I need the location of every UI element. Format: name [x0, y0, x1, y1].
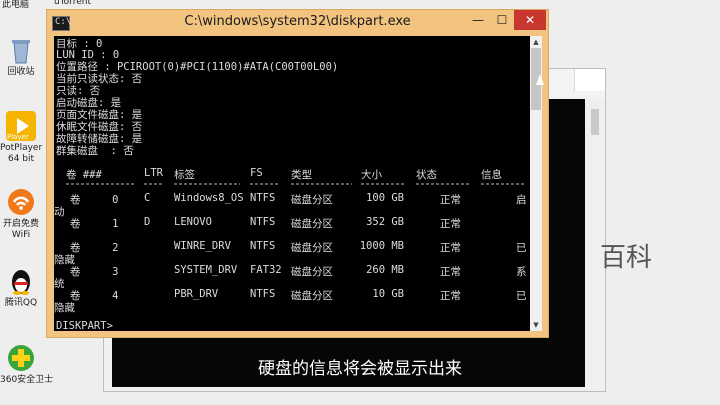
drive-letter: D: [144, 216, 151, 228]
maximize-button[interactable]: ☐: [490, 10, 514, 30]
file-system: NTFS: [250, 240, 276, 252]
brand-watermark: 百科: [600, 243, 653, 273]
potplayer-icon: Player: [6, 111, 36, 141]
volume-label: LENOVO: [174, 216, 212, 228]
volume-size: 10 GB: [372, 288, 404, 300]
volume-row: 卷 3 SYSTEM_DRV FAT32 磁盘分区 正常系 260 MB 统: [54, 264, 530, 290]
qq-penguin-icon: [6, 266, 36, 296]
info-line: 位置路径 : PCIROOT(0)#PCI(1100)#ATA(C00T00L0…: [56, 61, 339, 73]
recycle-bin-icon: [6, 35, 36, 65]
file-system: NTFS: [250, 216, 276, 228]
scroll-down-arrow-icon[interactable]: ▼: [530, 319, 542, 331]
potplayer-shortcut[interactable]: Player PotPlayer 64 bit: [0, 111, 42, 165]
recycle-bin-label: 回收站: [7, 67, 35, 77]
scroll-up-arrow-icon[interactable]: ▲: [530, 36, 542, 48]
info-line: 休眠文件磁盘: 否: [56, 121, 143, 133]
minimize-button[interactable]: —: [466, 10, 490, 30]
volume-number: 卷 4: [70, 290, 119, 302]
console-output[interactable]: 目标 : 0 LUN ID : 0 位置路径 : PCIROOT(0)#PCI(…: [54, 36, 530, 331]
file-system: NTFS: [250, 288, 276, 300]
volume-number: 卷 2: [70, 242, 119, 254]
volume-row: 卷 4 PBR_DRV NTFS 磁盘分区 正常 已 10 GB 隐藏: [54, 288, 530, 314]
qq-label: 腾讯QQ: [4, 298, 38, 308]
info-line: 故障转储磁盘: 是: [56, 133, 143, 145]
info-line: 群集磁盘 : 否: [56, 145, 134, 157]
diskpart-window[interactable]: C:\ C:\windows\system32\diskpart.exe — ☐…: [46, 9, 549, 338]
info-line: LUN ID : 0: [56, 49, 120, 61]
volume-number: 卷 3: [70, 266, 119, 278]
volume-status: 正常: [440, 242, 461, 254]
partition-type: 磁盘分区: [291, 290, 333, 302]
info-line: 只读: 否: [56, 85, 101, 97]
file-system: FAT32: [250, 264, 282, 276]
recycle-bin-shortcut[interactable]: 回收站: [0, 35, 42, 78]
volume-size: 260 MB: [366, 264, 404, 276]
partition-type: 磁盘分区: [291, 266, 333, 278]
utorrent-label: uTorrent: [54, 0, 91, 7]
volume-info-wrap: 隐藏: [54, 302, 75, 314]
volume-number: 卷 1: [70, 218, 119, 230]
volume-info: 已: [516, 290, 527, 302]
window-titlebar[interactable]: C:\ C:\windows\system32\diskpart.exe — ☐…: [47, 10, 548, 36]
background-scroll-thumb[interactable]: [591, 109, 599, 135]
volume-row: 卷 0 C Windows8_OS NTFS 磁盘分区 正常启 100 GB 动: [54, 192, 530, 218]
wifi-label: 开启免费 WiFi: [2, 219, 39, 240]
info-line: 当前只读状态: 否: [56, 73, 143, 85]
volume-label: WINRE_DRV: [174, 240, 231, 252]
volume-label: Windows8_OS: [174, 192, 244, 204]
wifi-icon: [6, 187, 36, 217]
diskpart-prompt[interactable]: DISKPART>: [56, 320, 113, 331]
volume-size: 352 GB: [366, 216, 404, 228]
volume-info: 启: [516, 194, 527, 206]
volume-label: SYSTEM_DRV: [174, 264, 238, 276]
potplayer-label: PotPlayer 64 bit: [0, 143, 43, 164]
close-button[interactable]: ✕: [514, 10, 546, 30]
computer-label: 此电脑: [2, 0, 30, 10]
volume-label: PBR_DRV: [174, 288, 219, 300]
volume-info: 系: [516, 266, 527, 278]
desktop-top-fragment: 此电脑 uTorrent: [2, 0, 91, 10]
header-separator: [54, 178, 530, 185]
drive-letter: C: [144, 192, 151, 204]
qq-shortcut[interactable]: 腾讯QQ: [0, 266, 42, 309]
volume-status: 正常: [440, 194, 461, 206]
volume-size: 1000 MB: [359, 240, 404, 252]
volume-row: 卷 2 WINRE_DRV NTFS 磁盘分区 正常已 1000 MB 隐藏: [54, 240, 530, 266]
volume-row: 卷 1 D LENOVO NTFS 磁盘分区 正常 352 GB: [54, 216, 530, 238]
volume-size: 100 GB: [366, 192, 404, 204]
video-caption: 硬盘的信息将会被显示出来: [258, 359, 462, 379]
partition-type: 磁盘分区: [291, 194, 333, 206]
wifi-shortcut[interactable]: 开启免费 WiFi: [0, 187, 42, 241]
info-line: 启动磁盘: 是: [56, 97, 122, 109]
partition-type: 磁盘分区: [291, 242, 333, 254]
potplayer-tile-text: Player: [7, 133, 29, 141]
mouse-cursor-icon: [536, 74, 544, 85]
volume-status: 正常: [440, 266, 461, 278]
file-system: NTFS: [250, 192, 276, 204]
background-window-close-button[interactable]: [574, 69, 605, 91]
info-line: 页面文件磁盘: 是: [56, 109, 143, 121]
volume-number: 卷 0: [70, 194, 119, 206]
volume-status: 正常: [440, 218, 461, 230]
volume-status: 正常: [440, 290, 461, 302]
volume-info: 已: [516, 242, 527, 254]
partition-type: 磁盘分区: [291, 218, 333, 230]
